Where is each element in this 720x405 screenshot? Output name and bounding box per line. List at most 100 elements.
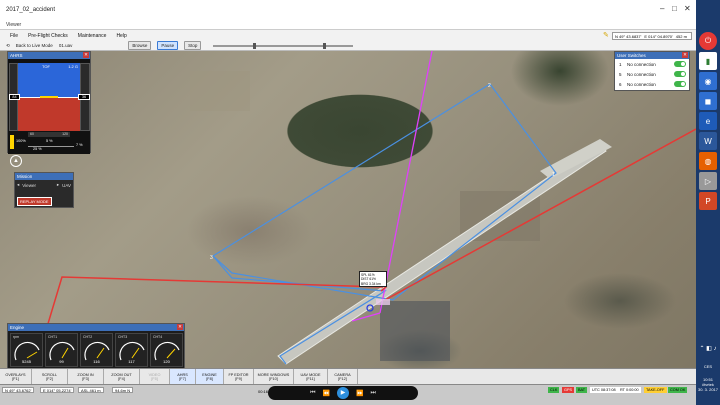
back-to-live-button[interactable]: Back to Live Mode [16, 43, 53, 48]
pause-button[interactable]: Pause [157, 41, 179, 50]
ie-icon[interactable]: e [699, 112, 717, 130]
power-icon[interactable]: ⏻ [699, 32, 717, 50]
waypoint-marker[interactable]: 2 [488, 83, 491, 89]
engine-header[interactable]: Engine ✕ [8, 324, 184, 331]
ahrs-body: TOF 1.2 G 84 36 60 120 100% 5 % 25 % 7 % [8, 59, 90, 154]
chevron-left-icon[interactable]: ◂ [17, 182, 19, 188]
hdg-value: 100% [16, 139, 26, 143]
menu-help[interactable]: Help [116, 33, 126, 39]
mission-header[interactable]: Mission [15, 173, 73, 180]
switch-label: No connection [627, 61, 656, 67]
gauge-label: CHT4 [153, 335, 163, 339]
video-player-icon[interactable]: ▷ [699, 172, 717, 190]
switch-label: No connection [627, 71, 656, 77]
altitude-readout: 36 [78, 94, 90, 100]
zoom-in-button[interactable]: ZOOM IN [F3] [68, 369, 104, 384]
waypoint-marker[interactable]: 3 [210, 255, 213, 261]
chrome-icon[interactable]: ◉ [699, 72, 717, 90]
system-tray: ⌃ ◧ ♪ CES 10:51 čtvrtek 30. 3. 2017 [696, 345, 720, 392]
gps-indicator: GPS [562, 387, 575, 393]
more-windows-button[interactable]: MORE WINDOWS [F10] [254, 369, 294, 384]
play-icon[interactable]: ▶ [337, 387, 349, 399]
artificial-horizon: TOF 1.2 G [18, 63, 80, 131]
throttle-value: 5 % [46, 139, 53, 143]
slider-handle-2[interactable] [323, 42, 327, 49]
takeoff-indicator: TAKE-OFF [644, 387, 667, 393]
rewind-icon[interactable]: ⏪ [323, 390, 330, 397]
engine-button[interactable]: ENGINE [F8] [196, 369, 224, 384]
user-switches-header[interactable]: User Switches ✕ [615, 52, 689, 59]
app-window-title: Viewer [0, 20, 696, 30]
waypoint-marker[interactable]: 1 [552, 172, 555, 178]
uav-mode-button[interactable]: UAV MODE [F11] [294, 369, 328, 384]
back-arrow-icon[interactable]: ⟲ [6, 43, 10, 49]
taxiway [540, 139, 612, 179]
status-lat: N 49° 43.6762' [2, 387, 35, 393]
utc-readout: UTC 08:37:08 [590, 387, 618, 393]
status-time: 00:16 [258, 389, 269, 394]
mission-panel: Mission ◂ Viewer ▸ UAV REPLAY MODE [14, 172, 74, 208]
coord-lon: E 014° 04.8970' [644, 33, 673, 39]
vehicle-row[interactable]: ◂ Viewer ▸ UAV [15, 180, 73, 190]
switch-row: 6 No connection [615, 79, 689, 89]
log-file-label: 01.uav [58, 43, 73, 48]
menu-preflight[interactable]: Pre-Flight Checks [28, 33, 68, 39]
switch-number: 1 [619, 61, 622, 67]
skip-back-icon[interactable]: ⏮ [310, 390, 315, 397]
firefox-icon[interactable]: ◍ [699, 152, 717, 170]
status-dist: 94.6m N [112, 387, 134, 393]
playback-slider[interactable] [213, 42, 354, 49]
fp-editor-button[interactable]: FP EDITOR [F9] [224, 369, 254, 384]
skip-forward-icon[interactable]: ⏭ [370, 390, 375, 397]
camera-button[interactable]: CAMERA [F12] [328, 369, 358, 384]
scale-right: 120 [62, 132, 68, 136]
mission-title: Mission [17, 174, 33, 179]
word-icon[interactable]: W [699, 132, 717, 150]
stop-button[interactable]: Stop [184, 41, 202, 50]
g-value: 1.2 G [68, 64, 78, 69]
status-lon: E 014° 05.2274' [40, 387, 75, 393]
tof-label: TOF [42, 64, 50, 69]
zoom-out-button[interactable]: ZOOM OUT [F4] [104, 369, 140, 384]
slider-handle[interactable] [253, 42, 257, 49]
tray-icons[interactable]: ⌃ ◧ ♪ [696, 345, 720, 352]
red-heading-line [384, 128, 696, 301]
fast-forward-icon[interactable]: ⏩ [356, 390, 363, 397]
close-icon[interactable]: ✕ [83, 52, 89, 58]
vehicle-label: Viewer [22, 182, 36, 188]
maximize-icon[interactable]: □ [672, 4, 677, 13]
menu-file[interactable]: File [10, 33, 18, 39]
app-icon[interactable]: ◼ [699, 92, 717, 110]
app-title-text: Viewer [6, 21, 22, 28]
outer-title-text: 2017_02_accident [6, 7, 56, 13]
close-icon[interactable]: ✕ [684, 4, 691, 13]
app-icon[interactable]: ▮ [699, 52, 717, 70]
ahrs-button[interactable]: AHRS [F7] [170, 369, 196, 384]
language-indicator[interactable]: CES [696, 364, 720, 369]
replay-mode-badge[interactable]: REPLAY MODE [17, 197, 52, 206]
aircraft-symbol [40, 96, 58, 98]
ahrs-panel: AHRS ✕ TOF 1.2 G 84 36 60 120 100% 5 % 2… [7, 51, 91, 154]
video-button[interactable]: VIDEO [F5] [140, 369, 170, 384]
ahrs-header[interactable]: AHRS ✕ [8, 52, 90, 59]
close-icon[interactable]: ✕ [177, 324, 183, 330]
pen-icon[interactable]: ✎ [603, 31, 609, 39]
minimize-icon[interactable]: – [660, 4, 664, 13]
powerpoint-icon[interactable]: P [699, 192, 717, 210]
toggle-switch[interactable] [674, 81, 686, 87]
gauge-label: CHT1 [48, 335, 58, 339]
toggle-switch[interactable] [674, 71, 686, 77]
menu-maintenance[interactable]: Maintenance [78, 33, 107, 39]
user-switches-panel: User Switches ✕ 1 No connection 5 No con… [614, 51, 690, 91]
overlays-button[interactable]: OVERLAYS [F1] [0, 369, 32, 384]
scroll-button[interactable]: SCROLL [F2] [32, 369, 68, 384]
flap-value: 7 % [76, 143, 83, 147]
close-icon[interactable]: ✕ [682, 52, 688, 58]
chevron-right-icon[interactable]: ▸ [57, 182, 59, 188]
browse-button[interactable]: Browse [128, 41, 152, 50]
toggle-switch[interactable] [674, 61, 686, 67]
menu-bar: File Pre-Flight Checks Maintenance Help [0, 30, 696, 41]
cht1-gauge: CHT1 99 [45, 333, 78, 367]
compass-icon[interactable]: ▲ [10, 155, 22, 167]
gauge-label: rpm [13, 335, 20, 339]
